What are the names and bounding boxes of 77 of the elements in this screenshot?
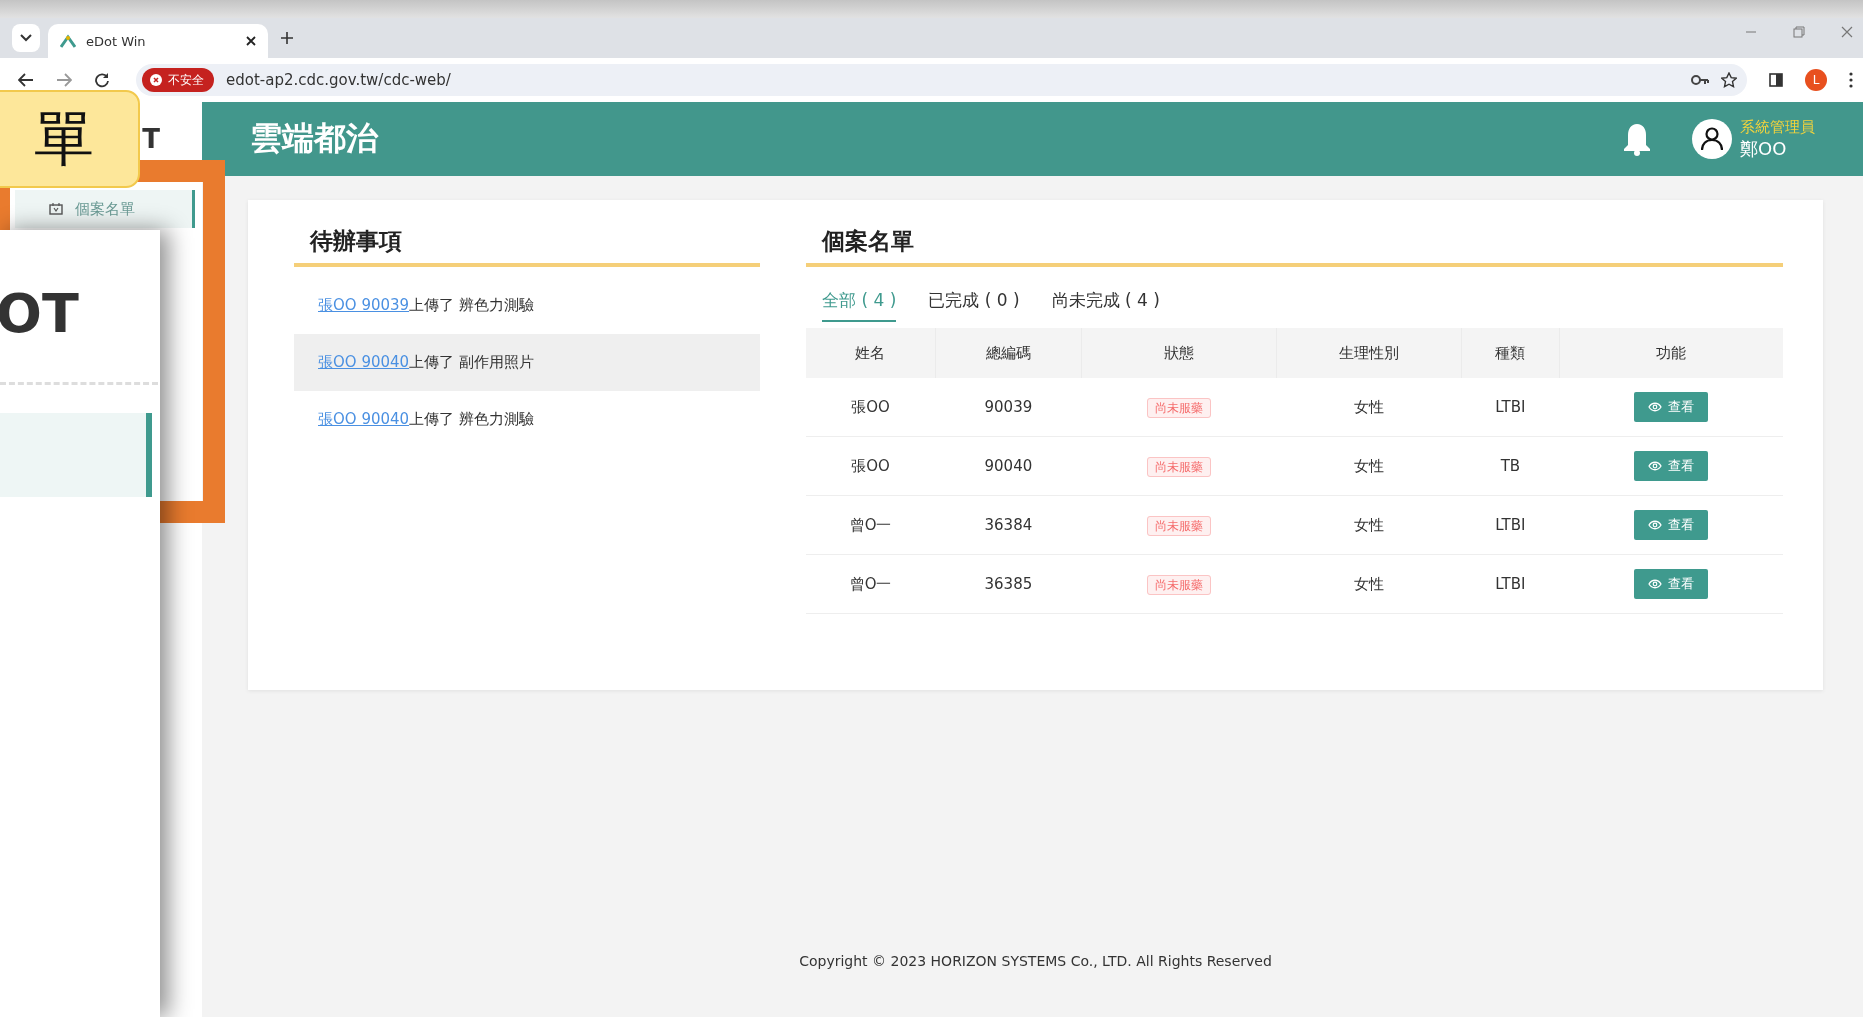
table-cell: 女性 [1353, 397, 1384, 416]
case-link[interactable]: 張OO 90039 [318, 296, 410, 315]
table-cell: 張OO [851, 456, 890, 475]
star-icon[interactable] [1721, 72, 1737, 88]
filter-tab[interactable]: 已完成 ( 0 ) [928, 289, 1020, 322]
user-name: 鄭OO [1740, 136, 1788, 161]
app-logo-icon [60, 34, 76, 48]
filter-tab[interactable]: 全部 ( 4 ) [822, 289, 897, 322]
forward-icon[interactable] [56, 73, 72, 87]
status-tag: 尚未服藥 [1146, 515, 1211, 536]
view-button[interactable]: 查看 [1634, 510, 1708, 540]
caret-icon [20, 34, 32, 42]
table-cell: 張OO [851, 397, 890, 416]
side-panel-icon[interactable] [1769, 73, 1783, 87]
user-avatar[interactable] [1692, 119, 1732, 159]
table-cell: 曾O一 [849, 515, 892, 534]
view-button[interactable]: 查看 [1634, 451, 1708, 481]
table-cell: 36384 [984, 516, 1033, 534]
table-cell: LTBI [1495, 575, 1526, 593]
status-tag: 尚未服藥 [1146, 397, 1211, 418]
table-cell: 女性 [1353, 515, 1384, 534]
column-header: 姓名 [806, 328, 936, 378]
address-bar[interactable]: 不安全 edot-ap2.cdc.gov.tw/cdc-web/ [136, 64, 1747, 96]
reload-icon[interactable] [94, 72, 110, 88]
table-cell: 女性 [1353, 456, 1384, 475]
table-cell: 90039 [984, 398, 1033, 416]
table-cell: LTBI [1495, 398, 1526, 416]
todo-item: 張OO 90039上傳了 辨色力測驗 [317, 295, 535, 317]
copyright-text: Copyright © 2023 HORIZON SYSTEMS Co., LTD. All Rights Reserved [798, 953, 1273, 971]
table-cell: LTBI [1495, 516, 1526, 534]
security-badge[interactable]: 不安全 [142, 68, 214, 92]
section-heading: 個案名單 [806, 226, 1783, 267]
eye-icon [1648, 520, 1662, 530]
sidebar-item[interactable]: 個案名單 [15, 190, 195, 228]
status-tag: 尚未服藥 [1146, 574, 1211, 595]
eye-icon [1648, 579, 1662, 589]
url-text: edot-ap2.cdc.gov.tw/cdc-web/ [226, 71, 452, 89]
case-link[interactable]: 張OO 90040 [318, 410, 410, 429]
tab-list-button[interactable] [12, 24, 40, 52]
tab-title: eDot Win [86, 33, 147, 49]
view-button[interactable]: 查看 [1634, 392, 1708, 422]
column-header: 功能 [1559, 328, 1783, 378]
sidebar-item-label: 個案名單 [75, 199, 135, 219]
close-icon[interactable] [246, 36, 256, 46]
eye-icon [1648, 402, 1662, 412]
calendar-icon [49, 203, 63, 215]
app-title: 雲端都治 [250, 118, 380, 159]
column-header: 狀態 [1081, 328, 1277, 378]
sidebar-logo: T [142, 124, 160, 154]
view-button[interactable]: 查看 [1634, 569, 1708, 599]
status-tag: 尚未服藥 [1146, 456, 1211, 477]
case-link[interactable]: 張OO 90040 [318, 353, 410, 372]
person-icon [1701, 127, 1723, 151]
bell-icon[interactable] [1622, 122, 1652, 156]
todo-item: 張OO 90040上傳了 辨色力測驗 [317, 409, 535, 431]
table-cell: 女性 [1353, 574, 1384, 593]
profile-avatar[interactable]: L [1805, 69, 1827, 91]
table-cell: 曾O一 [849, 574, 892, 593]
new-tab-icon[interactable] [280, 31, 294, 45]
column-header: 總編碼 [935, 328, 1082, 378]
table-cell: 90040 [984, 457, 1033, 475]
filter-tab[interactable]: 尚未完成 ( 4 ) [1051, 289, 1160, 322]
table-cell: 36385 [984, 575, 1033, 593]
column-header: 種類 [1461, 328, 1559, 378]
column-header: 生理性別 [1276, 328, 1462, 378]
browser-tab[interactable]: eDot Win [48, 24, 268, 58]
callout-label: 單 [0, 90, 140, 188]
back-icon[interactable] [18, 73, 34, 87]
eye-icon [1648, 461, 1662, 471]
more-icon[interactable] [1849, 72, 1853, 88]
user-role: 系統管理員 [1740, 117, 1815, 137]
table-cell: TB [1500, 457, 1521, 475]
key-icon[interactable] [1691, 74, 1709, 86]
error-icon [150, 74, 162, 86]
todo-item: 張OO 90040上傳了 副作用照片 [294, 334, 760, 391]
section-heading: 待辦事項 [294, 226, 760, 267]
security-label: 不安全 [168, 71, 204, 89]
